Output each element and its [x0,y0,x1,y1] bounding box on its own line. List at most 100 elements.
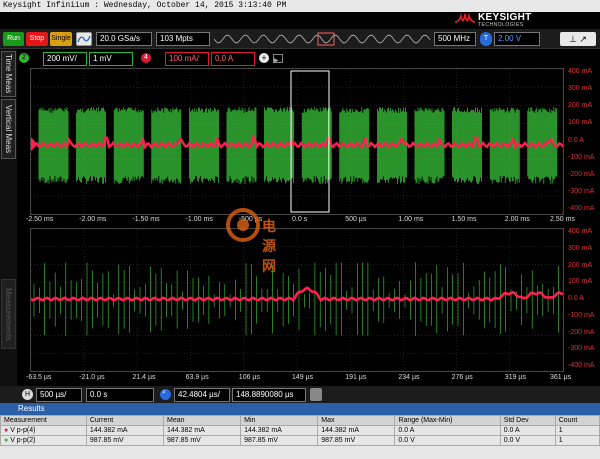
time-axis-tick: 361 µs [550,374,572,381]
time-axis-tick: -1.00 ms [185,216,213,223]
results-column-header[interactable]: Min [240,415,319,426]
trigger-level-field[interactable]: 2.00 V [494,32,540,46]
time-axis-tick: 234 µs [398,374,420,381]
results-column-header[interactable]: Measurement [0,415,87,426]
main-waveform-canvas [31,69,563,214]
memory-depth-field[interactable]: 103 Mpts [156,32,210,46]
current-axis-tick: 200 mA [568,102,593,110]
zoom-badge[interactable]: ⌕ [160,389,171,400]
time-axis-tick: 1.00 ms [398,216,424,223]
bandwidth-field[interactable]: 500 MHz [434,32,476,46]
tab-vertical-meas[interactable]: Vertical Meas [1,99,16,159]
current-axis-tick: -200 mA [568,328,595,336]
time-axis-tick: 276 µs [451,374,473,381]
results-title: Results [18,404,45,413]
main-current-axis: 400 mA 300 mA 200 mA 100 mA 0.0 A -100 mA -200… [566,68,600,215]
results-column-header[interactable]: Std Dev [499,415,556,426]
trigger-edge-button[interactable]: ⊥ ↗ [560,32,596,46]
tab-measurements[interactable]: Measurements [1,279,16,349]
ch4-badge[interactable]: 4 [141,53,151,63]
results-row[interactable]: ● V p-p(4) 144.382 mA 144.382 mA 144.382 mA… [0,425,600,436]
results-panel: Results Measurement Current Mean Min Max Rang… [0,403,600,459]
main-waveform-plot[interactable] [30,68,564,215]
side-tabs: Time Meas Vertical Meas Measurements [0,49,17,401]
current-axis-tick: -100 mA [568,311,595,319]
time-axis-tick: -63.5 µs [26,374,52,381]
channel-more-button[interactable]: ▶ [273,54,283,64]
ch4-offset-field[interactable]: 0.0 A [211,52,255,66]
time-axis-tick: 2.00 ms [504,216,530,223]
current-axis-tick: -400 mA [568,205,595,212]
results-cell: ● V p-p(2) [0,435,87,446]
waveform-overview[interactable] [214,32,430,46]
brand-sub: TECHNOLOGIES [478,22,524,28]
results-header-row: Measurement Current Mean Min Max Range (Max-M… [0,415,600,426]
time-axis-tick: 2.50 ms [550,216,575,223]
results-cell: 144.382 mA [85,425,164,436]
results-cell: 987.85 mV [162,435,242,446]
zoom-knob-button[interactable] [310,388,322,401]
results-row[interactable]: ● V p-p(2) 987.85 mV 987.85 mV 987.85 mV 987… [0,435,600,446]
current-axis-tick: 200 mA [568,261,593,269]
zoom-waveform-plot[interactable] [30,228,564,372]
results-cell: 987.85 mV [240,435,319,446]
results-cell: 987.85 mV [85,435,164,446]
main-time-axis: -2.50 ms -2.00 ms -1.50 ms -1.00 ms -500 µs 0… [26,216,600,226]
results-table: Measurement Current Mean Min Max Range (Max-M… [0,415,600,446]
results-cell: 1 [554,425,600,436]
results-column-header[interactable]: Max [317,415,396,426]
horizontal-badge[interactable]: H [22,389,33,400]
single-button[interactable]: Single [50,32,72,46]
trigger-channel-badge[interactable]: T [480,32,492,46]
zoom-scale-field[interactable]: 42.4804 µs/ [174,388,230,402]
results-header: Results [0,403,600,415]
current-axis-tick: 400 mA [568,228,593,235]
results-column-header[interactable]: Current [85,415,164,426]
time-axis-tick: 63.9 µs [185,374,209,381]
current-axis-tick: -400 mA [568,362,595,369]
autoscale-icon [77,35,91,43]
results-column-header[interactable]: Range (Max-Min) [394,415,501,426]
stop-button[interactable]: Stop [26,32,48,46]
results-column-header[interactable]: Mean [162,415,242,426]
add-channel-button[interactable]: + [259,53,269,63]
results-cell: 0.0 V [394,435,501,446]
current-axis-tick: 100 mA [568,119,593,127]
time-axis-tick: 500 µs [345,216,367,223]
autoscale-button[interactable] [76,32,92,46]
run-button[interactable]: Run [3,32,24,46]
keysight-logo: KEYSIGHT TECHNOLOGIES [452,12,600,29]
sample-rate-field[interactable]: 20.0 GSa/s [96,32,152,46]
channel-dot-icon: ● [4,427,11,434]
time-position-field[interactable]: 0.0 s [86,388,154,402]
tab-time-meas[interactable]: Time Meas [1,51,16,97]
channel-dot-icon: ● [4,437,11,444]
time-axis-tick: 0.0 s [292,216,308,223]
ch4-scale-field[interactable]: 100 mA/ [165,52,209,66]
timebase-bar: H 500 µs/ 0.0 s ⌕ 42.4804 µs/ 148.889008… [0,386,600,403]
results-column-header[interactable]: Count [554,415,600,426]
watermark: 电源网 [226,208,276,274]
results-cell: 144.382 mA [162,425,242,436]
current-axis-tick: 300 mA [568,244,593,252]
keysight-wave-icon [454,12,476,23]
results-cell: 0.0 A [394,425,501,436]
watermark-text: 电源网 [262,218,276,274]
time-scale-field[interactable]: 500 µs/ [36,388,82,402]
ch2-badge[interactable]: 2 [19,53,29,63]
current-axis-tick: -200 mA [568,170,595,178]
toolbar: Run Stop Single 20.0 GSa/s 103 Mpts 500 … [0,29,600,49]
results-cell: 144.382 mA [240,425,319,436]
ch2-scale-field[interactable]: 200 mV/ [43,52,87,66]
trigger-edge-icon: ⊥ ↗ [569,34,587,44]
time-axis-tick: 191 µs [345,374,367,381]
current-axis-tick: -300 mA [568,187,595,195]
triangle-icon: ▶ [274,58,279,64]
plus-icon: + [261,53,267,63]
results-cell: 144.382 mA [317,425,396,436]
watermark-logo-icon [226,208,260,242]
zoom-position-field[interactable]: 148.8890080 µs [232,388,306,402]
current-axis-tick: 0.0 A [568,295,584,302]
ch2-offset-field[interactable]: 1 mV [89,52,133,66]
time-axis-tick: -2.50 ms [26,216,54,223]
